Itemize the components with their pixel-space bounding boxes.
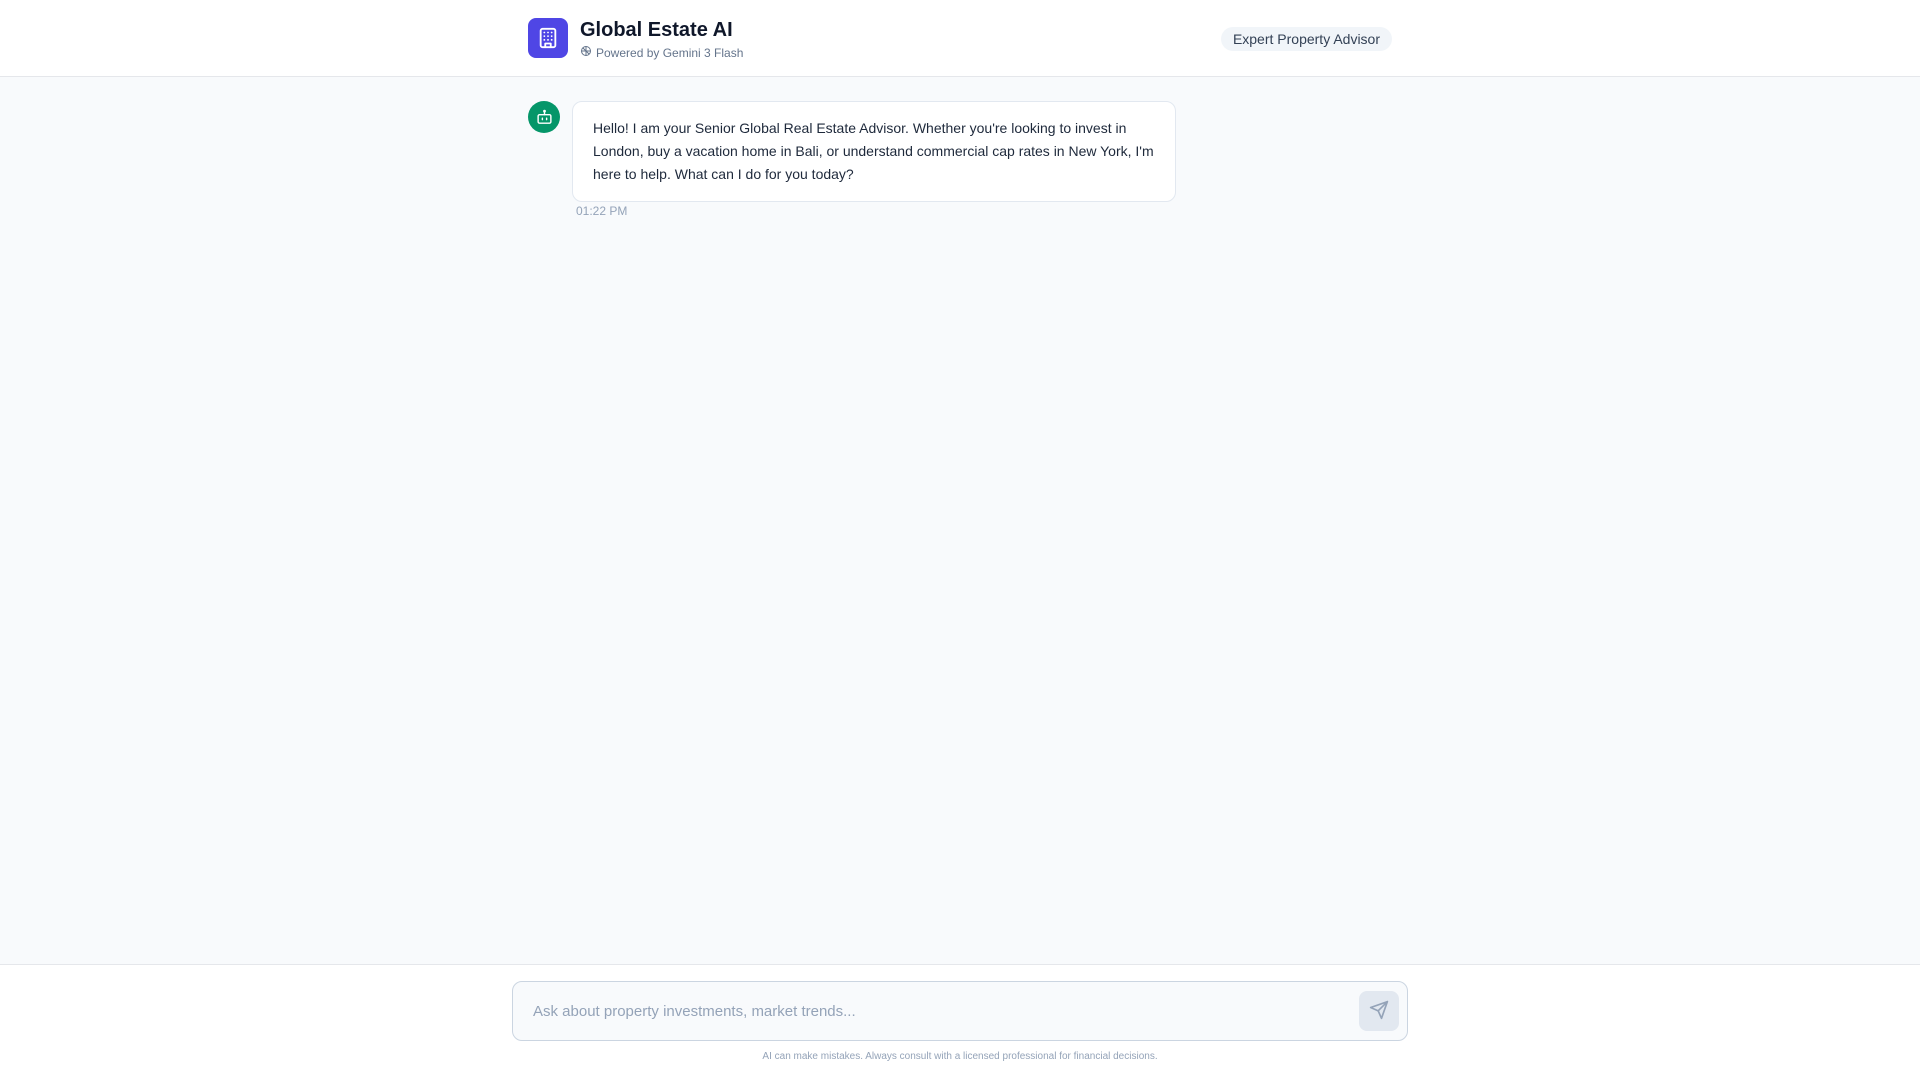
sparkle-icon xyxy=(580,45,592,60)
composer-footer: AI can make mistakes. Always consult wit… xyxy=(0,964,1920,1080)
robot-icon xyxy=(528,101,560,133)
message-timestamp: 01:22 PM xyxy=(576,204,628,218)
subtitle-text: Powered by Gemini 3 Flash xyxy=(596,45,744,60)
send-button[interactable] xyxy=(1359,991,1399,1031)
app-header: Global Estate AI Powered by Gemini 3 Fla… xyxy=(0,0,1920,77)
header-content: Global Estate AI Powered by Gemini 3 Fla… xyxy=(528,0,1392,76)
advisor-badge: Expert Property Advisor xyxy=(1220,27,1392,51)
message-input[interactable] xyxy=(513,982,1343,1040)
composer-box xyxy=(512,981,1408,1041)
message-bubble: Hello! I am your Senior Global Real Esta… xyxy=(572,101,1176,202)
send-icon xyxy=(1369,1000,1389,1023)
building-icon xyxy=(528,18,568,58)
disclaimer-text: AI can make mistakes. Always consult wit… xyxy=(762,1051,1158,1062)
model-subtitle: Powered by Gemini 3 Flash xyxy=(580,45,743,60)
app-title: Global Estate AI xyxy=(580,19,733,41)
